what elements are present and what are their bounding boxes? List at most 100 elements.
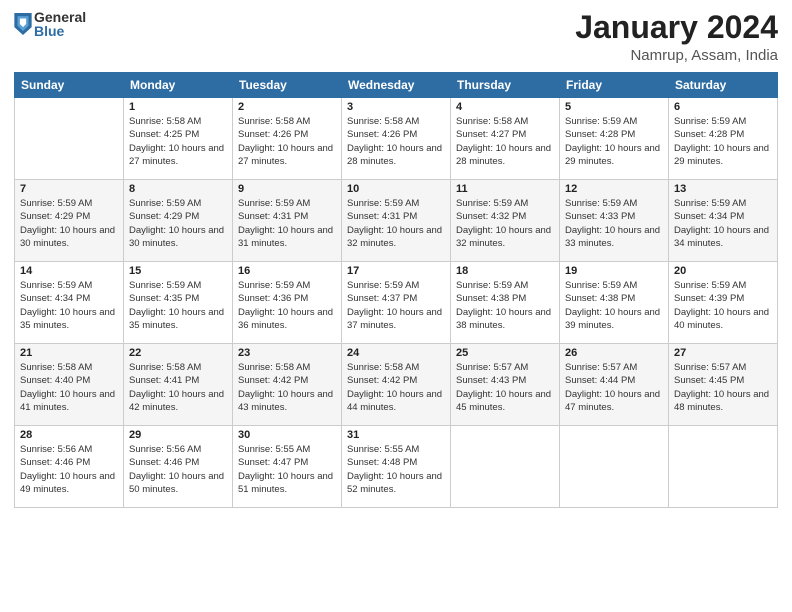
day-info: Sunrise: 5:59 AMSunset: 4:28 PMDaylight:… xyxy=(674,115,772,168)
day-info: Sunrise: 5:56 AMSunset: 4:46 PMDaylight:… xyxy=(129,443,227,496)
col-wednesday: Wednesday xyxy=(342,73,451,98)
col-tuesday: Tuesday xyxy=(233,73,342,98)
day-number: 12 xyxy=(565,183,663,195)
table-row: 22Sunrise: 5:58 AMSunset: 4:41 PMDayligh… xyxy=(124,344,233,426)
day-info: Sunrise: 5:59 AMSunset: 4:33 PMDaylight:… xyxy=(565,197,663,250)
day-info: Sunrise: 5:57 AMSunset: 4:43 PMDaylight:… xyxy=(456,361,554,414)
day-info: Sunrise: 5:58 AMSunset: 4:26 PMDaylight:… xyxy=(238,115,336,168)
table-row: 14Sunrise: 5:59 AMSunset: 4:34 PMDayligh… xyxy=(15,262,124,344)
day-number: 8 xyxy=(129,183,227,195)
table-row: 24Sunrise: 5:58 AMSunset: 4:42 PMDayligh… xyxy=(342,344,451,426)
logo-blue: Blue xyxy=(34,24,86,38)
day-number: 2 xyxy=(238,101,336,113)
table-row: 29 Sunrise: 5:56 AMSunset: 4:46 PMDayligh… xyxy=(124,426,233,508)
day-info: Sunrise: 5:59 AMSunset: 4:34 PMDaylight:… xyxy=(674,197,772,250)
day-info: Sunrise: 5:59 AMSunset: 4:28 PMDaylight:… xyxy=(565,115,663,168)
day-number: 5 xyxy=(565,101,663,113)
table-row: 31Sunrise: 5:55 AMSunset: 4:48 PMDayligh… xyxy=(342,426,451,508)
table-row: 28 Sunrise: 5:56 AMSunset: 4:46 PMDayligh… xyxy=(15,426,124,508)
day-number: 20 xyxy=(674,265,772,277)
table-row: 23 Sunrise: 5:58 AMSunset: 4:42 PMDayligh… xyxy=(233,344,342,426)
day-info: Sunrise: 5:59 AMSunset: 4:37 PMDaylight:… xyxy=(347,279,445,332)
day-number: 23 xyxy=(238,347,336,359)
day-info: Sunrise: 5:58 AMSunset: 4:42 PMDaylight:… xyxy=(238,361,336,414)
calendar-week-2: 14Sunrise: 5:59 AMSunset: 4:34 PMDayligh… xyxy=(15,262,778,344)
day-info: Sunrise: 5:59 AMSunset: 4:29 PMDaylight:… xyxy=(129,197,227,250)
day-info: Sunrise: 5:59 AMSunset: 4:34 PMDaylight:… xyxy=(20,279,118,332)
table-row: 27Sunrise: 5:57 AMSunset: 4:45 PMDayligh… xyxy=(669,344,778,426)
day-info: Sunrise: 5:59 AMSunset: 4:31 PMDaylight:… xyxy=(238,197,336,250)
day-number: 15 xyxy=(129,265,227,277)
day-number: 7 xyxy=(20,183,118,195)
day-info: Sunrise: 5:57 AMSunset: 4:44 PMDaylight:… xyxy=(565,361,663,414)
day-number: 30 xyxy=(238,429,336,441)
col-friday: Friday xyxy=(560,73,669,98)
table-row: 1 Sunrise: 5:58 AMSunset: 4:25 PMDaylight… xyxy=(124,98,233,180)
day-info: Sunrise: 5:58 AMSunset: 4:25 PMDaylight:… xyxy=(129,115,227,168)
day-info: Sunrise: 5:59 AMSunset: 4:38 PMDaylight:… xyxy=(456,279,554,332)
day-number: 16 xyxy=(238,265,336,277)
day-number: 27 xyxy=(674,347,772,359)
table-row: 18Sunrise: 5:59 AMSunset: 4:38 PMDayligh… xyxy=(451,262,560,344)
day-number: 17 xyxy=(347,265,445,277)
day-number: 1 xyxy=(129,101,227,113)
day-number: 19 xyxy=(565,265,663,277)
table-row: 17 Sunrise: 5:59 AMSunset: 4:37 PMDayligh… xyxy=(342,262,451,344)
table-row: 12 Sunrise: 5:59 AMSunset: 4:33 PMDayligh… xyxy=(560,180,669,262)
calendar-week-1: 7 Sunrise: 5:59 AMSunset: 4:29 PMDaylight… xyxy=(15,180,778,262)
day-info: Sunrise: 5:55 AMSunset: 4:48 PMDaylight:… xyxy=(347,443,445,496)
table-row: 13 Sunrise: 5:59 AMSunset: 4:34 PMDayligh… xyxy=(669,180,778,262)
day-info: Sunrise: 5:55 AMSunset: 4:47 PMDaylight:… xyxy=(238,443,336,496)
day-info: Sunrise: 5:58 AMSunset: 4:42 PMDaylight:… xyxy=(347,361,445,414)
table-row: 16 Sunrise: 5:59 AMSunset: 4:36 PMDayligh… xyxy=(233,262,342,344)
logo-general: General xyxy=(34,10,86,24)
table-row xyxy=(451,426,560,508)
table-row: 3 Sunrise: 5:58 AMSunset: 4:26 PMDaylight… xyxy=(342,98,451,180)
day-info: Sunrise: 5:59 AMSunset: 4:36 PMDaylight:… xyxy=(238,279,336,332)
table-row: 26 Sunrise: 5:57 AMSunset: 4:44 PMDayligh… xyxy=(560,344,669,426)
day-number: 26 xyxy=(565,347,663,359)
day-number: 11 xyxy=(456,183,554,195)
calendar-week-3: 21Sunrise: 5:58 AMSunset: 4:40 PMDayligh… xyxy=(15,344,778,426)
col-thursday: Thursday xyxy=(451,73,560,98)
table-row: 10Sunrise: 5:59 AMSunset: 4:31 PMDayligh… xyxy=(342,180,451,262)
col-saturday: Saturday xyxy=(669,73,778,98)
day-info: Sunrise: 5:59 AMSunset: 4:39 PMDaylight:… xyxy=(674,279,772,332)
header: General Blue January 2024 Namrup, Assam,… xyxy=(14,10,778,64)
day-number: 9 xyxy=(238,183,336,195)
table-row: 5 Sunrise: 5:59 AMSunset: 4:28 PMDaylight… xyxy=(560,98,669,180)
table-row xyxy=(560,426,669,508)
location-title: Namrup, Assam, India xyxy=(575,47,778,64)
table-row: 19Sunrise: 5:59 AMSunset: 4:38 PMDayligh… xyxy=(560,262,669,344)
day-number: 13 xyxy=(674,183,772,195)
day-info: Sunrise: 5:58 AMSunset: 4:40 PMDaylight:… xyxy=(20,361,118,414)
table-row: 20 Sunrise: 5:59 AMSunset: 4:39 PMDayligh… xyxy=(669,262,778,344)
calendar-header-row: Sunday Monday Tuesday Wednesday Thursday… xyxy=(15,73,778,98)
table-row: 21Sunrise: 5:58 AMSunset: 4:40 PMDayligh… xyxy=(15,344,124,426)
col-monday: Monday xyxy=(124,73,233,98)
day-info: Sunrise: 5:58 AMSunset: 4:41 PMDaylight:… xyxy=(129,361,227,414)
table-row: 9 Sunrise: 5:59 AMSunset: 4:31 PMDaylight… xyxy=(233,180,342,262)
table-row: 25 Sunrise: 5:57 AMSunset: 4:43 PMDayligh… xyxy=(451,344,560,426)
day-info: Sunrise: 5:56 AMSunset: 4:46 PMDaylight:… xyxy=(20,443,118,496)
page: General Blue January 2024 Namrup, Assam,… xyxy=(0,0,792,612)
day-info: Sunrise: 5:58 AMSunset: 4:26 PMDaylight:… xyxy=(347,115,445,168)
table-row: 2 Sunrise: 5:58 AMSunset: 4:26 PMDaylight… xyxy=(233,98,342,180)
day-number: 3 xyxy=(347,101,445,113)
calendar-week-4: 28 Sunrise: 5:56 AMSunset: 4:46 PMDayligh… xyxy=(15,426,778,508)
table-row xyxy=(669,426,778,508)
table-row: 4Sunrise: 5:58 AMSunset: 4:27 PMDaylight… xyxy=(451,98,560,180)
day-number: 28 xyxy=(20,429,118,441)
col-sunday: Sunday xyxy=(15,73,124,98)
day-number: 25 xyxy=(456,347,554,359)
title-block: January 2024 Namrup, Assam, India xyxy=(575,10,778,64)
table-row: 8 Sunrise: 5:59 AMSunset: 4:29 PMDaylight… xyxy=(124,180,233,262)
table-row: 11 Sunrise: 5:59 AMSunset: 4:32 PMDayligh… xyxy=(451,180,560,262)
calendar-body: 1 Sunrise: 5:58 AMSunset: 4:25 PMDaylight… xyxy=(15,98,778,508)
day-number: 29 xyxy=(129,429,227,441)
calendar-week-0: 1 Sunrise: 5:58 AMSunset: 4:25 PMDaylight… xyxy=(15,98,778,180)
table-row: 6 Sunrise: 5:59 AMSunset: 4:28 PMDaylight… xyxy=(669,98,778,180)
calendar-table: Sunday Monday Tuesday Wednesday Thursday… xyxy=(14,72,778,508)
day-number: 6 xyxy=(674,101,772,113)
day-info: Sunrise: 5:59 AMSunset: 4:32 PMDaylight:… xyxy=(456,197,554,250)
